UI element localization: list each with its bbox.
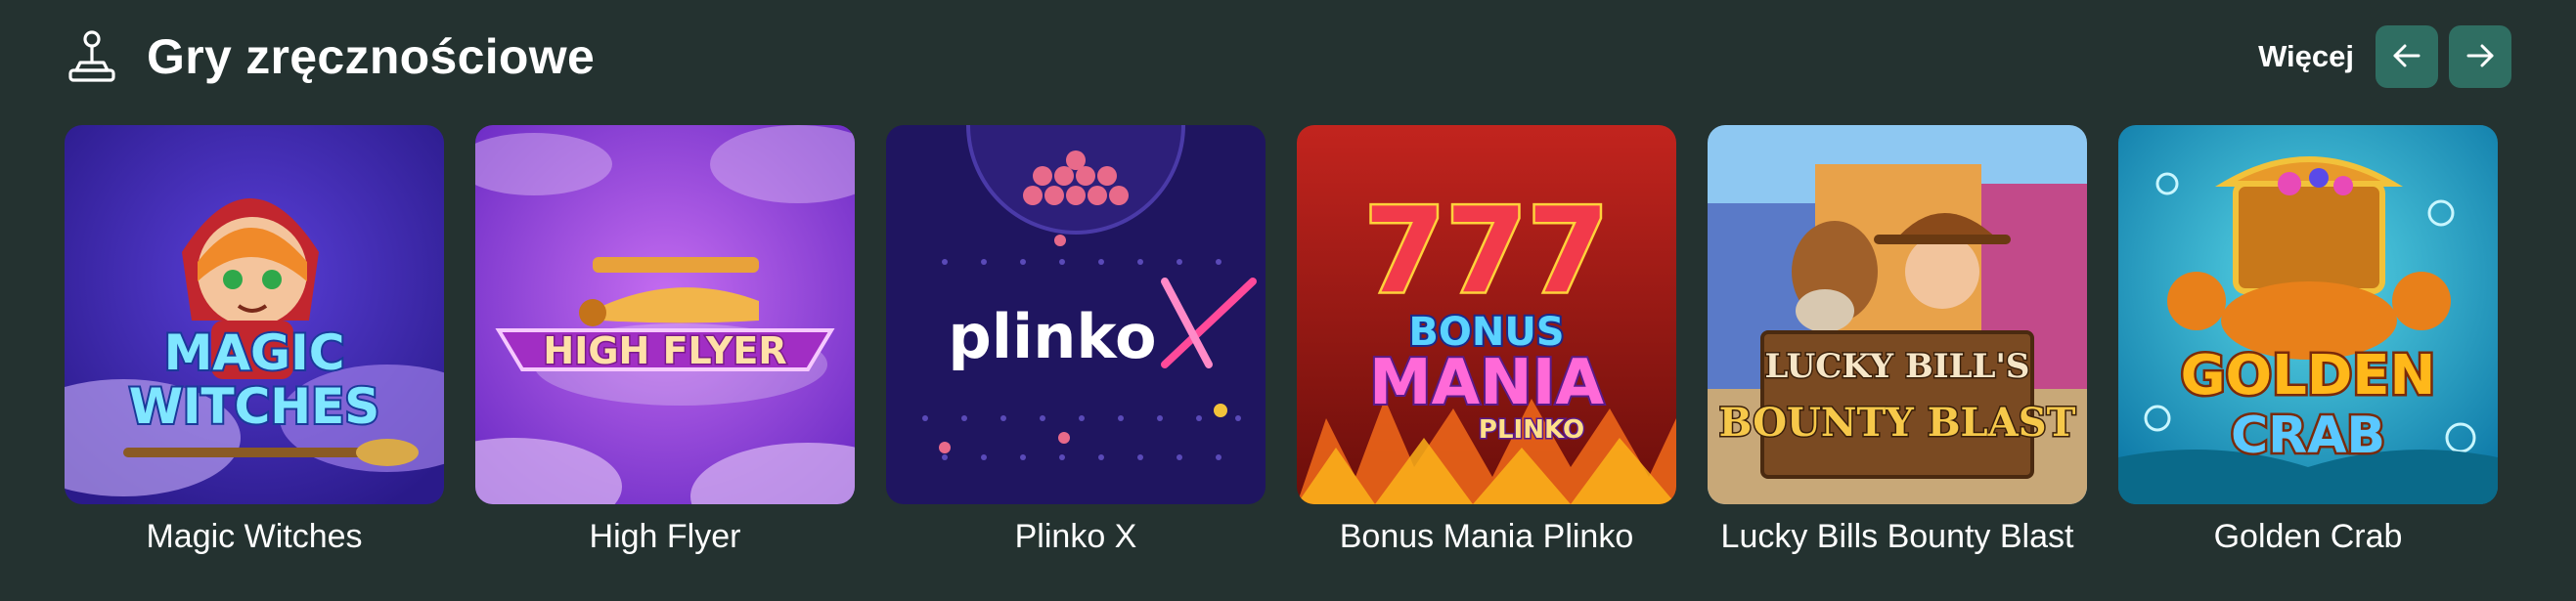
game-card[interactable]: plinko X Plinko X — [886, 125, 1266, 556]
section-header: Gry zręcznościowe Więcej — [65, 20, 2511, 94]
game-thumbnail[interactable]: GOLDEN CRAB — [2118, 125, 2498, 504]
game-card[interactable]: HIGH FLYER High Flyer — [475, 125, 855, 556]
prev-button[interactable] — [2376, 25, 2438, 88]
game-logo-text: BOUNTY BLAST — [1719, 400, 2076, 446]
game-card[interactable]: GOLDEN CRAB Golden Crab — [2118, 125, 2498, 556]
more-link[interactable]: Więcej — [2258, 39, 2354, 74]
game-logo-text: X — [1207, 357, 1208, 359]
game-logo-text: GOLDEN — [2181, 344, 2436, 408]
game-title[interactable]: Lucky Bills Bounty Blast — [1721, 518, 2074, 556]
game-card[interactable]: MAGIC WITCHES Magic Witches — [65, 125, 444, 556]
next-button[interactable] — [2449, 25, 2511, 88]
game-title[interactable]: Plinko X — [1015, 518, 1137, 556]
section-title-group: Gry zręcznościowe — [65, 28, 595, 85]
game-title[interactable]: Golden Crab — [2214, 518, 2403, 556]
game-logo-text: LUCKY BILL'S — [1765, 347, 2030, 386]
game-title[interactable]: Magic Witches — [146, 518, 362, 556]
game-logo-text: HIGH FLYER — [543, 329, 786, 372]
game-thumbnail[interactable]: HIGH FLYER — [475, 125, 855, 504]
game-logo-text: MANIA — [1369, 347, 1605, 419]
game-logo-text: PLINKO — [1479, 415, 1584, 445]
arrow-right-icon — [2465, 43, 2495, 71]
game-logo-text: CRAB — [2231, 407, 2385, 465]
game-thumbnail[interactable]: 777 BONUS MANIA PLINKO — [1297, 125, 1676, 504]
joystick-icon — [65, 29, 119, 84]
game-thumbnail[interactable]: MAGIC WITCHES — [65, 125, 444, 504]
game-card[interactable]: 777 BONUS MANIA PLINKO Bonus Mania Plink… — [1297, 125, 1676, 556]
game-logo-text: 777 — [1364, 184, 1610, 320]
game-logo-text: WITCHES — [129, 378, 380, 435]
game-logo-text: plinko — [948, 301, 1156, 372]
game-logo-text: MAGIC — [164, 324, 345, 381]
game-title[interactable]: High Flyer — [590, 518, 741, 556]
game-thumbnail[interactable]: LUCKY BILL'S BOUNTY BLAST — [1708, 125, 2087, 504]
carousel-controls: Więcej — [2258, 25, 2511, 88]
section-title: Gry zręcznościowe — [147, 29, 596, 84]
arrow-left-icon — [2392, 43, 2421, 71]
game-carousel: MAGIC WITCHES Magic Witches HIGH FLYER H… — [65, 125, 2498, 556]
game-title[interactable]: Bonus Mania Plinko — [1340, 518, 1634, 556]
game-card[interactable]: LUCKY BILL'S BOUNTY BLAST Lucky Bills Bo… — [1708, 125, 2087, 556]
game-thumbnail[interactable]: plinko X — [886, 125, 1266, 504]
